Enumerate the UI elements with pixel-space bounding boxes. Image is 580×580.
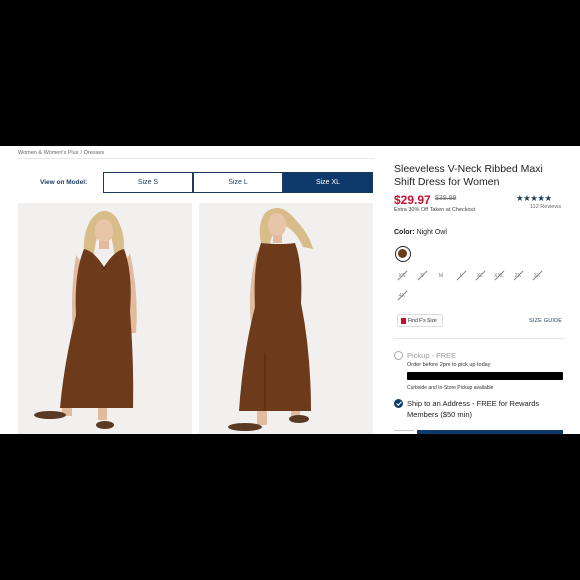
size-option-l[interactable]: L xyxy=(454,270,468,282)
swatch-fill xyxy=(398,249,407,258)
size-option-xs[interactable]: XS xyxy=(395,270,409,282)
ship-to-address-option: Ship to an Address - FREE for Rewards Me… xyxy=(407,399,540,419)
reviews-link[interactable]: 112 Reviews xyxy=(530,204,561,210)
pickup-store-text: Curbside and In-Store Pickup available xyxy=(407,385,494,391)
color-label: Color: Night Owl xyxy=(394,229,447,236)
find-size-label: Find F's Size xyxy=(408,317,437,324)
color-name: Night Owl xyxy=(416,229,447,236)
color-swatch-night-owl[interactable] xyxy=(395,246,411,262)
divider xyxy=(394,338,564,339)
model-size-xl-button[interactable]: Size XL xyxy=(283,172,373,193)
size-guide-link[interactable]: SIZE GUIDE xyxy=(529,318,562,324)
size-option-2x[interactable]: 2X xyxy=(511,270,525,282)
breadcrumb-link-dresses[interactable]: Dresses xyxy=(84,150,104,156)
pickup-subtext: Order before 2pm to pick up today xyxy=(407,362,491,368)
product-image-back[interactable] xyxy=(199,203,373,434)
size-option-xxl[interactable]: XXL xyxy=(492,270,506,282)
divider xyxy=(394,430,414,431)
product-title: Sleeveless V-Neck Ribbed Maxi Shift Dres… xyxy=(394,163,543,188)
redaction-bar xyxy=(407,372,563,380)
star-rating-icon[interactable]: ★★★★★ xyxy=(516,193,552,204)
model-size-l-button[interactable]: Size L xyxy=(193,172,283,193)
model-size-s-button[interactable]: Size S xyxy=(103,172,193,193)
ship-checkmark-icon[interactable] xyxy=(394,399,403,408)
view-on-model-label: View on Model: xyxy=(40,179,88,186)
breadcrumb-separator: / xyxy=(80,150,82,156)
divider xyxy=(18,158,375,159)
color-label-prefix: Color: xyxy=(394,229,415,236)
find-size-button[interactable]: Find F's Size xyxy=(397,314,443,327)
size-option-m[interactable]: M xyxy=(434,270,448,282)
sale-price: $29.97 xyxy=(394,193,431,207)
add-to-bag-button[interactable] xyxy=(417,430,563,434)
breadcrumb: Women & Women's Plus / Dresses xyxy=(18,150,104,156)
breadcrumb-link-women[interactable]: Women & Women's Plus xyxy=(18,150,78,156)
promo-text: Extra 30% Off Taken at Checkout xyxy=(394,207,476,213)
product-page: Women & Women's Plus / Dresses View on Mod… xyxy=(0,146,580,434)
find-size-icon xyxy=(401,317,406,324)
original-price: $39.99 xyxy=(435,195,457,202)
size-option-xl[interactable]: XL xyxy=(473,270,487,282)
size-option-4x[interactable]: 4X xyxy=(395,290,409,302)
pickup-title: Pickup - FREE xyxy=(407,351,457,360)
product-image-front[interactable] xyxy=(18,203,192,434)
pickup-radio[interactable] xyxy=(394,351,403,360)
size-option-3x[interactable]: 3X xyxy=(530,270,544,282)
size-option-s[interactable]: S xyxy=(415,270,429,282)
